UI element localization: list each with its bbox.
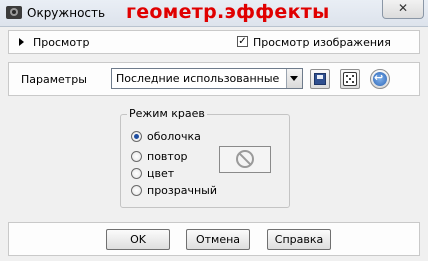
params-select[interactable]: Последние использованные	[111, 68, 303, 89]
radio-transparent[interactable]	[131, 185, 142, 196]
radio-label-wrap[interactable]: оболочка	[147, 130, 201, 143]
ok-button[interactable]: OK	[106, 229, 170, 250]
edge-mode-panel: Режим краев оболочка повтор цвет прозрач…	[8, 100, 420, 218]
save-preset-button[interactable]	[310, 69, 330, 89]
title-bar: Окружность геометр.эффекты ✕	[0, 0, 428, 27]
radio-color[interactable]	[131, 168, 142, 179]
radio-label-transparent[interactable]: прозрачный	[147, 184, 217, 197]
chevron-down-icon[interactable]	[286, 69, 302, 88]
edge-mode-legend: Режим краев	[127, 107, 207, 120]
params-row: Параметры Последние использованные	[8, 62, 420, 96]
reset-button[interactable]	[370, 69, 390, 89]
color-swatch[interactable]	[219, 146, 271, 173]
help-button[interactable]: Справка	[267, 229, 331, 250]
button-row: OK Отмена Справка	[8, 222, 420, 256]
close-button[interactable]: ✕	[382, 0, 424, 19]
image-preview-checkbox[interactable]: ✓	[237, 36, 248, 47]
overlay-caption: геометр.эффекты	[126, 1, 330, 23]
params-select-value: Последние использованные	[116, 72, 280, 85]
preview-label[interactable]: Просмотр	[33, 36, 89, 49]
cancel-button[interactable]: Отмена	[186, 229, 250, 250]
reset-arrow-icon	[373, 71, 387, 86]
dice-icon	[343, 72, 357, 86]
radio-label-color[interactable]: цвет	[147, 167, 174, 180]
no-color-icon	[236, 150, 254, 168]
random-button[interactable]	[340, 69, 360, 89]
radio-repeat[interactable]	[131, 151, 142, 162]
radio-wrap[interactable]	[131, 131, 142, 142]
preview-row: Просмотр ✓ Просмотр изображения	[8, 30, 420, 54]
radio-label-repeat[interactable]: повтор	[147, 150, 188, 163]
window-title: Окружность	[27, 6, 106, 20]
expand-triangle-icon[interactable]	[19, 38, 24, 46]
params-label: Параметры	[21, 73, 87, 86]
floppy-disk-icon	[314, 73, 326, 85]
app-icon	[6, 6, 22, 19]
edge-mode-group: Режим краев оболочка повтор цвет прозрач…	[120, 107, 290, 208]
image-preview-label[interactable]: Просмотр изображения	[253, 36, 391, 49]
